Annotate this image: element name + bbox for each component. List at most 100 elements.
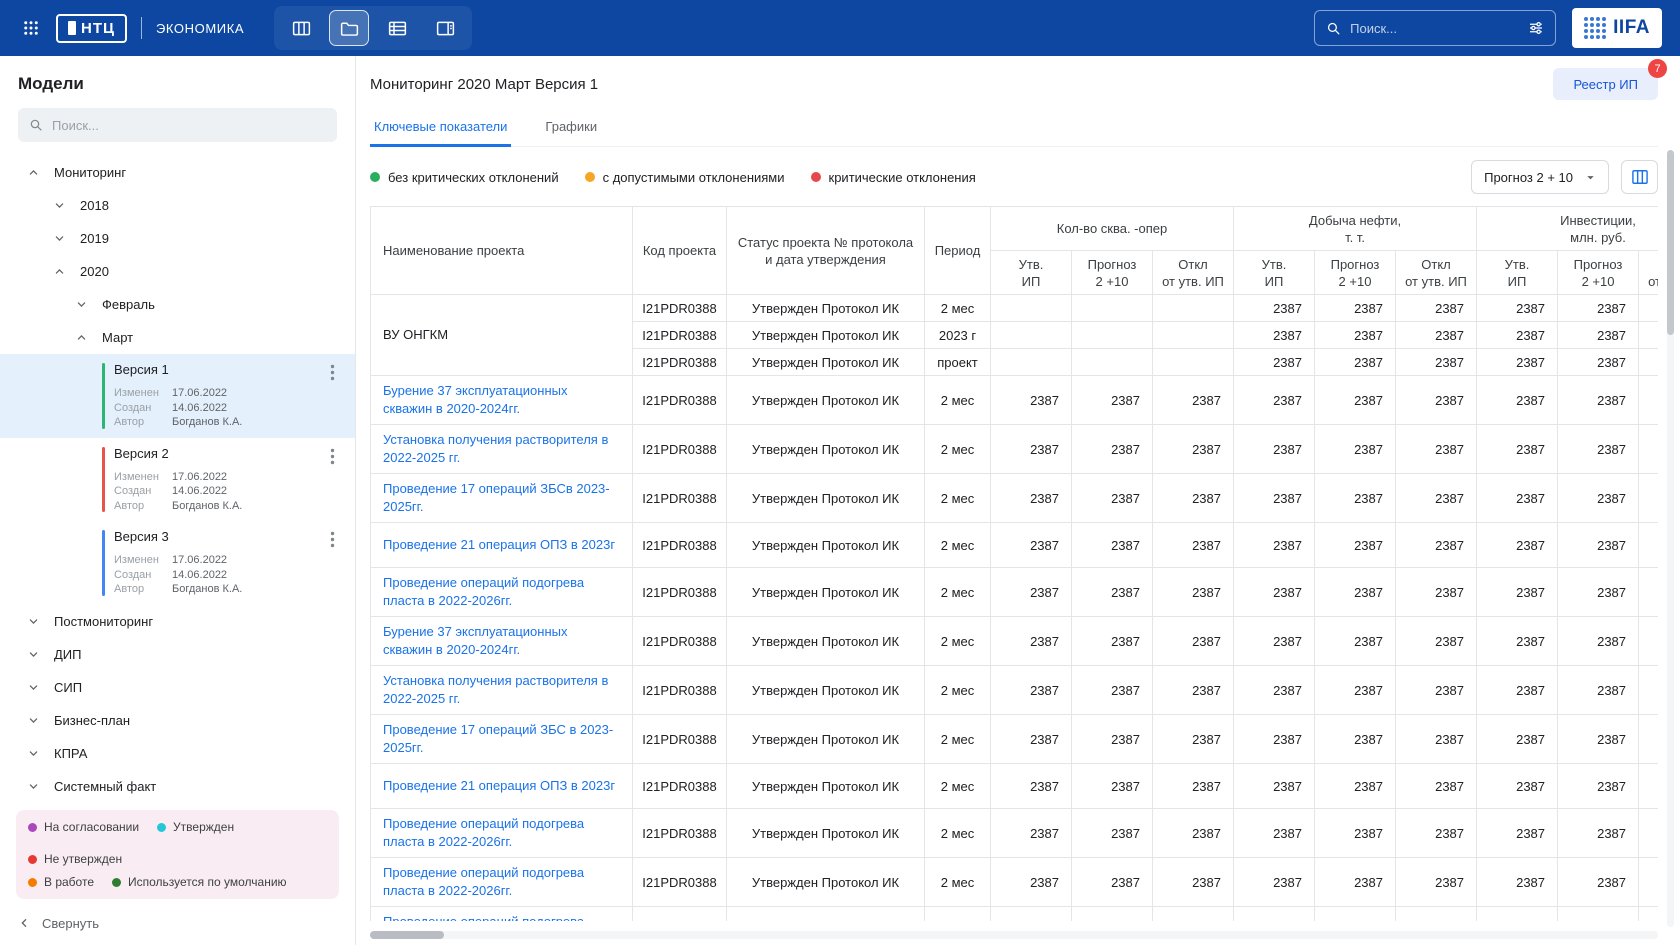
project-link[interactable]: Бурение 37 эксплуатационных скважин в 20… <box>383 383 567 416</box>
version-menu-button[interactable] <box>324 446 341 470</box>
tree-item[interactable]: 2019 <box>0 222 355 255</box>
version-field-label: Изменен <box>114 554 159 566</box>
list-view-icon <box>387 18 408 39</box>
title-row: Мониторинг 2020 Март Версия 1 Реестр ИП … <box>370 59 1667 100</box>
value-cell: 2387 <box>1071 567 1153 617</box>
value-cell: 2387 <box>1071 763 1153 809</box>
version-field-value: Богданов К.А. <box>172 416 243 428</box>
table-row: Бурение 37 эксплуатационных скважин в 20… <box>370 616 1658 666</box>
value-cell: 2387 <box>1557 522 1640 568</box>
folder-view-button[interactable] <box>329 10 370 46</box>
deviation-legend-label: с допустимыми отклонениями <box>602 169 785 185</box>
column-subheader: Утв. ИП <box>1476 250 1559 295</box>
value-cell: 2387 <box>990 375 1072 425</box>
project-link[interactable]: Установка получения растворителя в 2022-… <box>383 432 608 465</box>
column-settings-button[interactable] <box>1621 160 1658 194</box>
deviation-dot <box>810 172 821 182</box>
value-cell: 2387 <box>1152 375 1234 425</box>
deviation-dot <box>584 172 595 182</box>
column-group-header: Добыча нефти, т. т. <box>1232 206 1478 251</box>
project-link[interactable]: Установка получения растворителя в 2022-… <box>383 673 608 706</box>
project-link[interactable]: Проведение операций подогрева пласта в 2… <box>383 816 584 849</box>
status-legend-item: Утвержден <box>157 820 234 834</box>
vertical-scrollbar[interactable] <box>1667 150 1674 927</box>
vertical-scrollbar-thumb[interactable] <box>1667 150 1674 335</box>
project-link[interactable]: Проведение 17 операций ЗБСв 2023-2025гг. <box>383 481 610 514</box>
apps-grid-button[interactable] <box>18 15 44 41</box>
version-menu-button[interactable] <box>324 529 341 553</box>
value-cell: 2387 <box>1233 375 1315 425</box>
tree-item[interactable]: 2020 <box>0 255 355 288</box>
project-link[interactable]: Проведение 21 операция ОПЗ в 2023г <box>383 778 615 793</box>
chevron-up-icon <box>26 165 41 180</box>
value-cell <box>1152 348 1234 376</box>
registry-button[interactable]: Реестр ИП 7 <box>1553 59 1667 100</box>
tree-item-label: Март <box>102 330 134 345</box>
horizontal-scrollbar[interactable] <box>370 931 1658 940</box>
table-row: Проведение операций подогрева пласта в 2… <box>370 567 1658 617</box>
chevron-down-icon <box>74 297 89 312</box>
value-cell: 2387 <box>1314 424 1396 474</box>
project-link[interactable]: Проведение 17 операций ЗБС в 2023-2025гг… <box>383 722 613 755</box>
sidebar: Модели Мониторинг 2018 2019 2020 Февраль Март… <box>0 56 356 945</box>
filter-tune-icon[interactable] <box>1527 19 1545 37</box>
project-code-cell: I21PDR0388 <box>632 763 727 809</box>
project-name-cell: ВУ ОНГКМ <box>370 294 633 376</box>
project-link[interactable]: Проведение операций подогрева пласта в 2… <box>383 575 584 608</box>
column-subheader: Прогноз 2 +10 <box>1314 250 1396 295</box>
value-cell <box>1152 321 1234 349</box>
topbar-search-input[interactable] <box>1350 20 1520 36</box>
version-field: Создан 14.06.2022 <box>114 484 341 499</box>
tree-item[interactable]: Февраль <box>0 288 355 321</box>
side-panel-view-button[interactable] <box>426 11 464 45</box>
tree-item[interactable]: Мониторинг <box>0 156 355 189</box>
version-field-value: 14.06.2022 <box>172 485 228 497</box>
forecast-select[interactable]: Прогноз 2 + 10 <box>1471 160 1609 194</box>
sidebar-collapse-button[interactable]: Свернуть <box>0 907 355 945</box>
columns-view-button[interactable] <box>282 11 320 45</box>
value-cell: 2387 <box>1638 424 1658 474</box>
project-link[interactable]: Проведение операций подогрева пласта в 2… <box>383 865 584 898</box>
sidebar-search-input[interactable] <box>52 117 327 133</box>
status-legend-label: Не утвержден <box>44 852 123 866</box>
tree-item[interactable]: Постмониторинг <box>0 605 355 638</box>
project-status-cell: Утвержден Протокол ИК <box>726 857 925 907</box>
kebab-menu-icon <box>330 364 335 381</box>
value-cell: 2387 <box>1394 714 1478 764</box>
project-link[interactable]: Проведение операций подогрева пласта в 2… <box>383 914 584 921</box>
value-cell: 2387 <box>1314 294 1396 322</box>
period-cell: 2 мес <box>924 616 991 666</box>
tab[interactable]: Графики <box>541 110 601 147</box>
tree-item-label: Системный факт <box>54 778 157 794</box>
version-field-value: 17.06.2022 <box>172 387 228 399</box>
tab[interactable]: Ключевые показатели <box>370 110 512 147</box>
chevron-down-icon <box>26 680 41 695</box>
project-link[interactable]: Проведение 21 операция ОПЗ в 2023г <box>383 537 615 552</box>
tree-item[interactable]: ДИП <box>0 638 355 671</box>
project-link[interactable]: Бурение 37 эксплуатационных скважин в 20… <box>383 624 567 657</box>
tree-item[interactable]: Март <box>0 321 355 354</box>
tree-item[interactable]: Системный факт <box>0 770 355 801</box>
value-cell: 2387 <box>1394 473 1478 523</box>
value-cell: 2387 <box>1394 522 1478 568</box>
period-cell: 2 мес <box>924 665 991 715</box>
value-cell: 2387 <box>990 714 1072 764</box>
version-card[interactable]: Версия 2 Изменен 17.06.2022 Создан 14.06.202… <box>0 438 355 522</box>
kebab-menu-icon <box>330 531 335 548</box>
horizontal-scrollbar-thumb[interactable] <box>370 931 444 940</box>
value-cell: 2387 <box>1394 616 1478 666</box>
tree-item[interactable]: 2018 <box>0 189 355 222</box>
tree-item[interactable]: КПРА <box>0 737 355 770</box>
value-cell <box>990 348 1072 376</box>
list-view-button[interactable] <box>378 11 416 45</box>
value-cell: 2387 <box>1638 906 1658 922</box>
period-cell: проект <box>924 348 991 376</box>
tree-item[interactable]: СИП <box>0 671 355 704</box>
value-cell: 2387 <box>1476 294 1559 322</box>
value-cell: 2387 <box>1394 857 1478 907</box>
tree-item[interactable]: Бизнес-план <box>0 704 355 737</box>
version-menu-button[interactable] <box>324 362 341 386</box>
version-card[interactable]: Версия 1 Изменен 17.06.2022 Создан 14.06.202… <box>0 354 355 438</box>
version-card[interactable]: Версия 3 Изменен 17.06.2022 Создан 14.06.202… <box>0 521 355 605</box>
value-cell: 2387 <box>990 857 1072 907</box>
